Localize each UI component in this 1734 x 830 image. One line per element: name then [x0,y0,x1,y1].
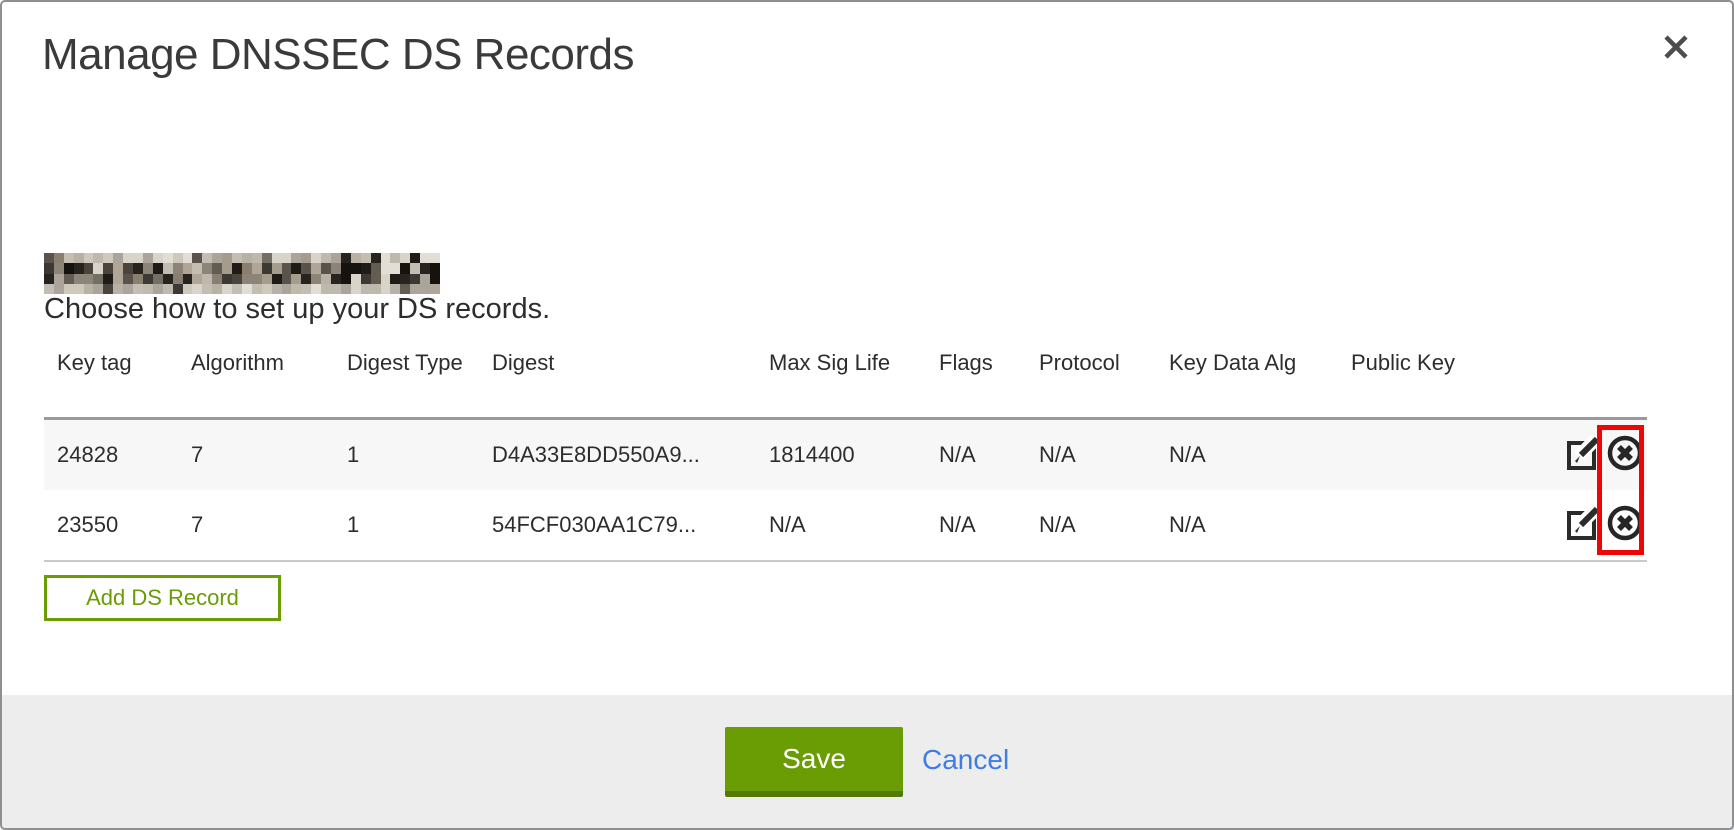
col-header-max-sig-life: Max Sig Life [769,340,939,418]
cell-algorithm: 7 [191,490,347,561]
cell-flags: N/A [939,490,1039,561]
ds-records-table: Key tag Algorithm Digest Type Digest Max… [44,340,1647,562]
col-header-protocol: Protocol [1039,340,1169,418]
col-header-actions [1565,340,1647,418]
cell-key-data-alg: N/A [1169,490,1351,561]
cell-key-tag: 23550 [44,490,191,561]
page-title: Manage DNSSEC DS Records [42,30,634,80]
edit-icon [1565,505,1601,544]
table-header-row: Key tag Algorithm Digest Type Digest Max… [44,340,1647,418]
cell-algorithm: 7 [191,418,347,490]
cell-digest-type: 1 [347,418,492,490]
col-header-flags: Flags [939,340,1039,418]
table-row: 24828 7 1 D4A33E8DD550A9... 1814400 N/A … [44,418,1647,490]
cell-key-data-alg: N/A [1169,418,1351,490]
cell-flags: N/A [939,418,1039,490]
redacted-domain [44,253,440,294]
cell-public-key [1351,418,1565,490]
cancel-link[interactable]: Cancel [922,727,1009,797]
cell-max-sig-life: N/A [769,490,939,561]
cell-public-key [1351,490,1565,561]
save-button[interactable]: Save [725,727,903,797]
cell-key-tag: 24828 [44,418,191,490]
col-header-public-key: Public Key [1351,340,1565,418]
col-header-key-tag: Key tag [44,340,191,418]
col-header-digest-type: Digest Type [347,340,492,418]
delete-record-button[interactable] [1605,503,1645,546]
cell-digest: D4A33E8DD550A9... [492,418,769,490]
close-button[interactable] [1656,28,1696,68]
delete-record-button[interactable] [1605,433,1645,476]
cell-protocol: N/A [1039,490,1169,561]
close-icon [1661,32,1691,65]
delete-icon [1605,503,1645,546]
col-header-algorithm: Algorithm [191,340,347,418]
edit-record-button[interactable] [1565,435,1601,474]
table-row: 23550 7 1 54FCF030AA1C79... N/A N/A N/A … [44,490,1647,561]
manage-dnssec-modal: Manage DNSSEC DS Records Choose how to s… [0,0,1734,830]
edit-record-button[interactable] [1565,505,1601,544]
delete-icon [1605,433,1645,476]
col-header-digest: Digest [492,340,769,418]
cell-max-sig-life: 1814400 [769,418,939,490]
add-ds-record-button[interactable]: Add DS Record [44,575,281,621]
edit-icon [1565,435,1601,474]
cell-protocol: N/A [1039,418,1169,490]
col-header-key-data-alg: Key Data Alg [1169,340,1351,418]
modal-footer: Save Cancel [2,695,1732,828]
cell-digest: 54FCF030AA1C79... [492,490,769,561]
instruction-text: Choose how to set up your DS records. [44,293,550,326]
cell-digest-type: 1 [347,490,492,561]
